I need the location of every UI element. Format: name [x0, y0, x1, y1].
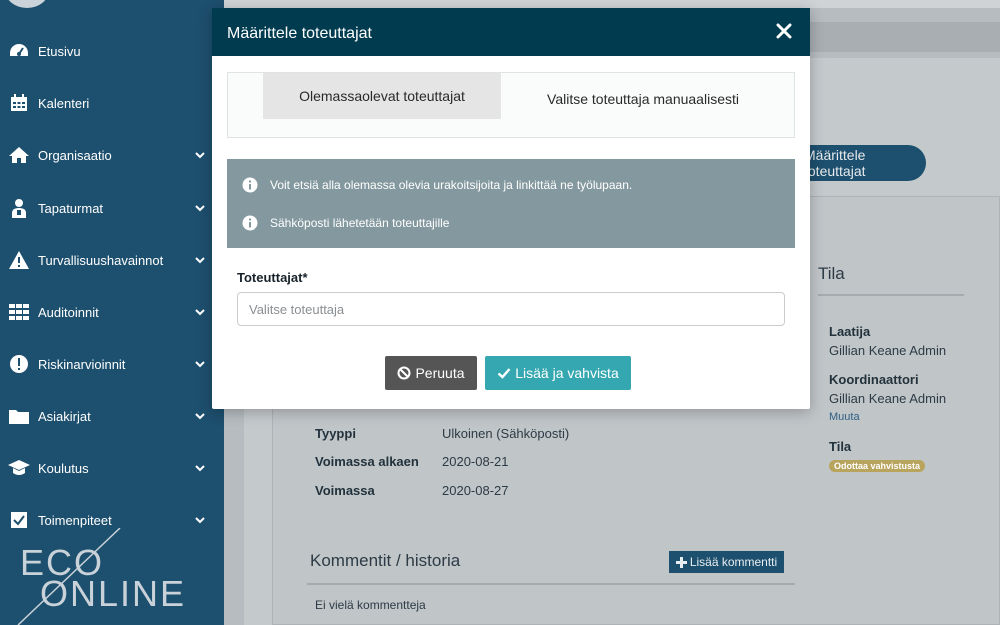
logo: ECO ONLINE: [0, 527, 224, 625]
status-label: Tila: [829, 439, 852, 454]
sidebar-item-label: Turvallisuushavainnot: [38, 252, 164, 268]
status-badge: Odottaa vahvistusta: [829, 460, 926, 472]
check-icon: [497, 368, 511, 379]
add-comment-button[interactable]: Lisää kommentti: [669, 551, 784, 573]
ban-icon: [397, 366, 411, 380]
exclamation-circle-icon: [8, 353, 30, 375]
coordinator-value: Gillian Keane Admin: [829, 391, 947, 406]
info-line: Sähköposti lähetetään toteuttajille: [242, 214, 449, 232]
sidebar-item-kalenteri[interactable]: Kalenteri: [0, 88, 224, 118]
detail-value-valid-to: 2020-08-27: [442, 483, 509, 498]
creator-label: Laatija: [829, 324, 871, 339]
plus-icon: [675, 556, 687, 568]
graduation-cap-icon: [8, 457, 30, 479]
calendar-icon: [8, 92, 30, 114]
sidebar-item-tapaturmat[interactable]: Tapaturmat: [0, 193, 224, 223]
modal-header: Määrittele toteuttajat: [212, 8, 810, 56]
home-icon: [8, 144, 30, 166]
logo-graphic: ECO ONLINE: [17, 527, 186, 625]
avatar[interactable]: [5, 0, 49, 8]
performers-label: Toteuttajat*: [237, 270, 308, 285]
detail-value-valid-from: 2020-08-21: [442, 454, 509, 469]
chevron-down-icon: [195, 309, 205, 316]
tab-bar: Olemassaolevat toteuttajat Valitse toteu…: [227, 72, 795, 138]
cancel-button-label: Peruuta: [415, 365, 465, 381]
coordinator-label: Koordinaattori: [829, 372, 919, 387]
sidebar: Etusivu Kalenteri Organisaatio Tapaturma…: [0, 0, 224, 625]
detail-value-type: Ulkoinen (Sähköposti): [442, 426, 570, 441]
tab-manual-performer[interactable]: Valitse toteuttaja manuaalisesti: [524, 90, 762, 136]
chevron-down-icon: [195, 205, 205, 212]
sidebar-item-label: Organisaatio: [38, 147, 112, 163]
sidebar-item-turvallisuushavainnot[interactable]: Turvallisuushavainnot: [0, 245, 224, 275]
define-performers-modal: Määrittele toteuttajat Olemassaolevat to…: [212, 8, 810, 409]
add-comment-label: Lisää kommentti: [689, 555, 778, 569]
close-icon[interactable]: [775, 22, 793, 40]
cancel-button[interactable]: Peruuta: [385, 356, 477, 390]
modal-title: Määrittele toteuttajat: [227, 25, 372, 42]
sidebar-item-label: Kalenteri: [38, 95, 90, 111]
add-and-confirm-button[interactable]: Lisää ja vahvista: [485, 356, 631, 390]
info-icon: [242, 215, 258, 231]
tab-existing-performers[interactable]: Olemassaolevat toteuttajat: [263, 73, 501, 119]
sidebar-item-organisaatio[interactable]: Organisaatio: [0, 140, 224, 170]
sidebar-item-koulutus[interactable]: Koulutus: [0, 453, 224, 483]
sidebar-item-label: Etusivu: [38, 43, 81, 59]
folder-icon: [8, 405, 30, 427]
chevron-down-icon: [195, 361, 205, 368]
sidebar-item-label: Koulutus: [38, 460, 89, 476]
logo-line2: ONLINE: [40, 573, 186, 614]
no-comments-text: Ei vielä kommentteja: [315, 598, 426, 612]
sidebar-item-label: Tapaturmat: [38, 200, 104, 216]
sidebar-item-etusivu[interactable]: Etusivu: [0, 36, 224, 66]
dashboard-icon: [8, 40, 30, 62]
info-line: Voit etsiä alla olemassa olevia urakoits…: [242, 176, 632, 194]
detail-label-valid-to: Voimassa: [315, 483, 375, 498]
chevron-down-icon: [195, 152, 205, 159]
warning-icon: [8, 249, 30, 271]
info-icon: [242, 177, 258, 193]
detail-label-type: Tyyppi: [315, 426, 356, 441]
info-text: Sähköposti lähetetään toteuttajille: [270, 216, 450, 230]
sidebar-item-label: Riskinarvioinnit: [38, 356, 126, 372]
confirm-button-label: Lisää ja vahvista: [515, 365, 619, 381]
performers-input[interactable]: [237, 292, 785, 326]
chevron-down-icon: [195, 517, 205, 524]
divider: [307, 583, 795, 585]
grid-icon: [8, 301, 30, 323]
sidebar-item-riskinarvioinnit[interactable]: Riskinarvioinnit: [0, 349, 224, 379]
chevron-down-icon: [195, 257, 205, 264]
comments-heading: Kommentit / historia: [310, 551, 461, 570]
sidebar-item-asiakirjat[interactable]: Asiakirjat: [0, 401, 224, 431]
detail-label-valid-from: Voimassa alkaen: [315, 454, 419, 469]
chevron-down-icon: [195, 465, 205, 472]
creator-value: Gillian Keane Admin: [829, 343, 947, 358]
status-heading: Tila: [818, 264, 845, 283]
info-box: Voit etsiä alla olemassa olevia urakoits…: [227, 159, 795, 248]
top-bar: [224, 0, 1000, 8]
change-link[interactable]: Muuta: [829, 411, 860, 423]
info-text: Voit etsiä alla olemassa olevia urakoits…: [270, 178, 633, 192]
sidebar-item-label: Asiakirjat: [38, 408, 91, 424]
sidebar-item-label: Toimenpiteet: [38, 512, 112, 528]
sidebar-item-auditoinnit[interactable]: Auditoinnit: [0, 297, 224, 327]
divider: [818, 294, 964, 296]
chevron-down-icon: [195, 413, 205, 420]
sidebar-item-label: Auditoinnit: [38, 304, 99, 320]
injured-person-icon: [8, 197, 30, 219]
